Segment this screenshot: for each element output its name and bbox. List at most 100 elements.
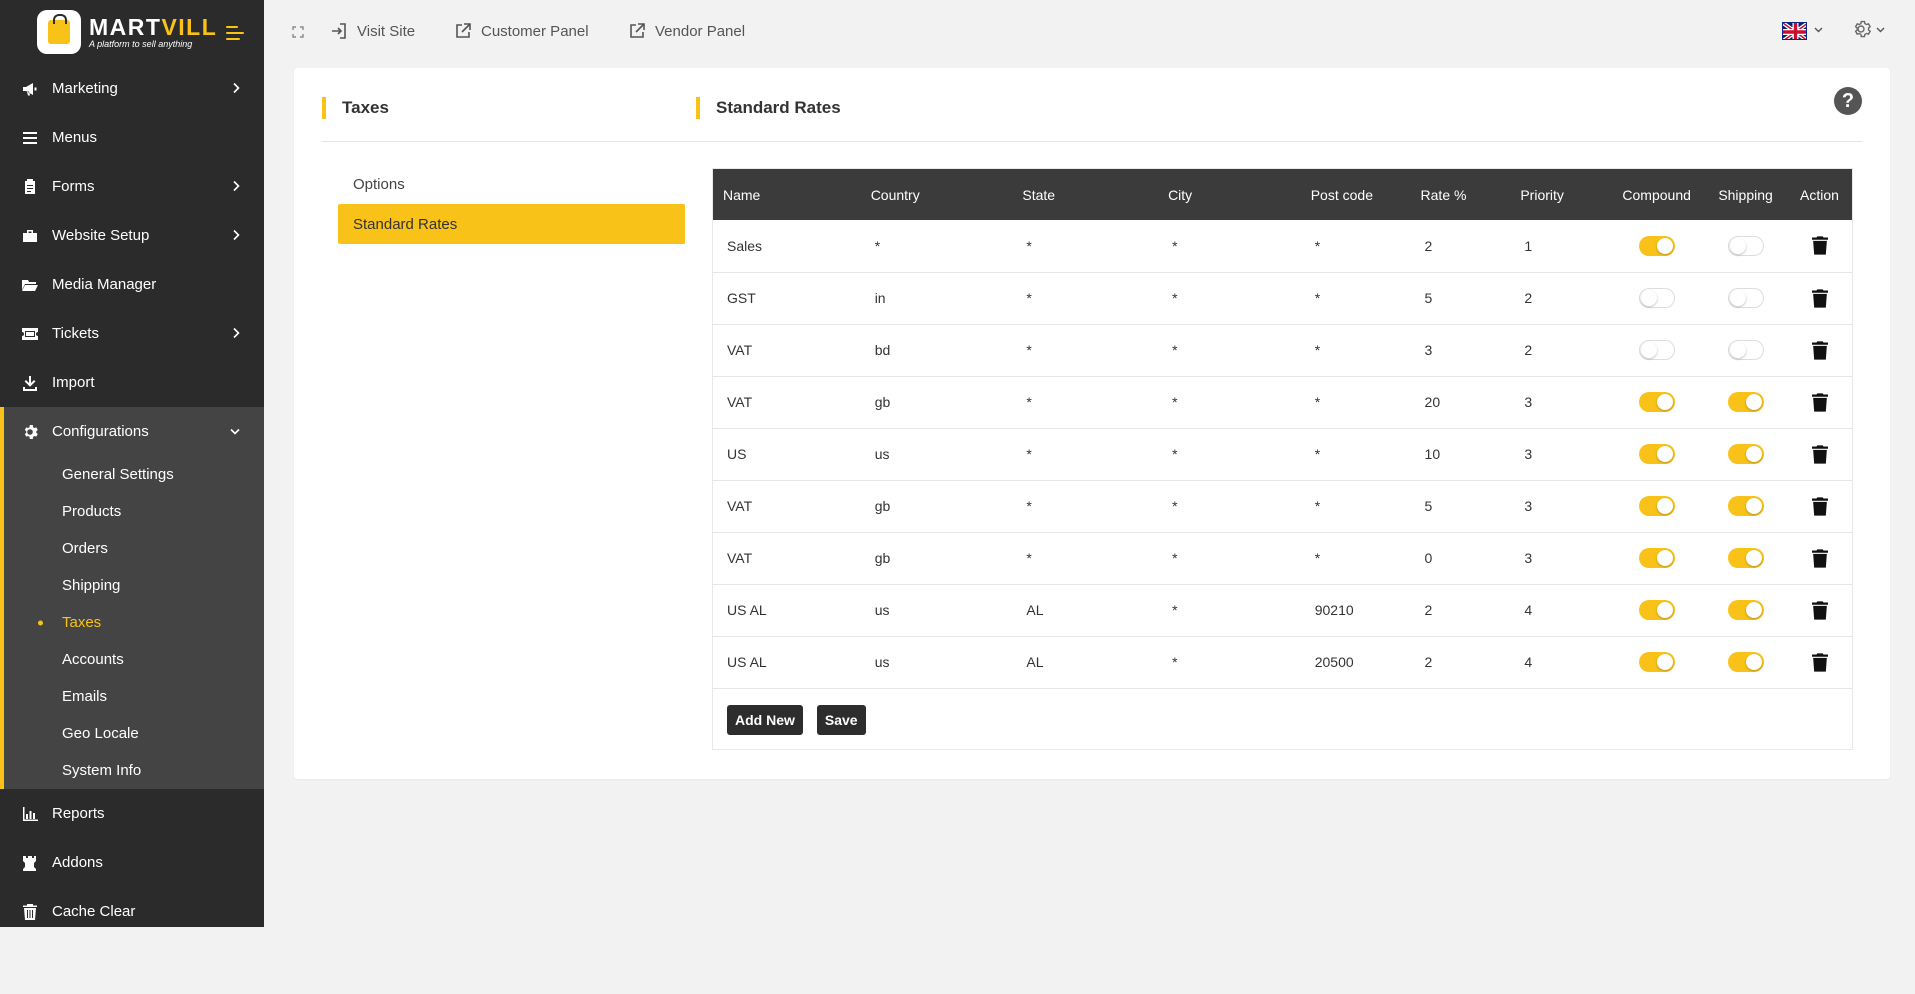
cell-name[interactable]: US bbox=[713, 428, 861, 480]
cell-postcode[interactable]: * bbox=[1301, 532, 1411, 584]
delete-trash-icon[interactable] bbox=[1811, 444, 1828, 464]
delete-trash-icon[interactable] bbox=[1811, 548, 1828, 568]
shipping-toggle[interactable] bbox=[1727, 288, 1764, 308]
menu-toggle-icon[interactable] bbox=[226, 26, 244, 40]
delete-trash-icon[interactable] bbox=[1811, 652, 1828, 672]
cell-name[interactable]: Sales bbox=[713, 220, 861, 272]
delete-trash-icon[interactable] bbox=[1811, 496, 1828, 516]
visit-site-link[interactable]: Visit Site bbox=[330, 22, 415, 40]
sidebar-item-cache-clear[interactable]: Cache Clear bbox=[0, 887, 264, 936]
cell-state[interactable]: * bbox=[1012, 532, 1158, 584]
sidebar-item-forms[interactable]: Forms bbox=[0, 162, 264, 211]
compound-toggle[interactable] bbox=[1638, 340, 1675, 360]
cell-city[interactable]: * bbox=[1158, 584, 1301, 636]
sidebar-item-addons[interactable]: Addons bbox=[0, 838, 264, 887]
cell-state[interactable]: * bbox=[1012, 376, 1158, 428]
cell-priority[interactable]: 3 bbox=[1510, 480, 1609, 532]
cell-state[interactable]: * bbox=[1012, 272, 1158, 324]
cell-priority[interactable]: 3 bbox=[1510, 428, 1609, 480]
shipping-toggle[interactable] bbox=[1727, 392, 1764, 412]
cell-rate[interactable]: 0 bbox=[1411, 532, 1511, 584]
cell-country[interactable]: gb bbox=[861, 480, 1013, 532]
cell-priority[interactable]: 3 bbox=[1510, 532, 1609, 584]
cell-postcode[interactable]: * bbox=[1301, 480, 1411, 532]
cell-priority[interactable]: 1 bbox=[1510, 220, 1609, 272]
sidebar-subitem-accounts[interactable]: Accounts bbox=[4, 641, 264, 678]
cell-name[interactable]: VAT bbox=[713, 532, 861, 584]
cell-postcode[interactable]: * bbox=[1301, 428, 1411, 480]
sidebar-subitem-emails[interactable]: Emails bbox=[4, 678, 264, 715]
cell-city[interactable]: * bbox=[1158, 376, 1301, 428]
cell-rate[interactable]: 3 bbox=[1411, 324, 1511, 376]
vendor-panel-link[interactable]: Vendor Panel bbox=[628, 22, 745, 40]
sidebar-subitem-system-info[interactable]: System Info bbox=[4, 752, 264, 789]
cell-country[interactable]: us bbox=[861, 584, 1013, 636]
cell-name[interactable]: GST bbox=[713, 272, 861, 324]
cell-country[interactable]: gb bbox=[861, 376, 1013, 428]
customer-panel-link[interactable]: Customer Panel bbox=[454, 22, 589, 40]
help-icon[interactable]: ? bbox=[1834, 87, 1862, 115]
sidebar-subitem-geo-locale[interactable]: Geo Locale bbox=[4, 715, 264, 752]
shipping-toggle[interactable] bbox=[1727, 600, 1764, 620]
sidebar-item-media-manager[interactable]: Media Manager bbox=[0, 260, 264, 309]
settings-gear-icon[interactable] bbox=[1851, 19, 1872, 44]
cell-rate[interactable]: 2 bbox=[1411, 220, 1511, 272]
cell-country[interactable]: in bbox=[861, 272, 1013, 324]
shipping-toggle[interactable] bbox=[1727, 548, 1764, 568]
chevron-down-icon[interactable] bbox=[1876, 24, 1885, 36]
delete-trash-icon[interactable] bbox=[1811, 600, 1828, 620]
cell-country[interactable]: gb bbox=[861, 532, 1013, 584]
cell-rate[interactable]: 20 bbox=[1411, 376, 1511, 428]
delete-trash-icon[interactable] bbox=[1811, 288, 1828, 308]
sidebar-item-configurations[interactable]: Configurations bbox=[4, 407, 264, 456]
add-new-button[interactable]: Add New bbox=[727, 705, 803, 735]
delete-trash-icon[interactable] bbox=[1811, 392, 1828, 412]
logo[interactable]: MARTVILL A platform to sell anything bbox=[0, 0, 264, 64]
sidebar-subitem-shipping[interactable]: Shipping bbox=[4, 567, 264, 604]
cell-state[interactable]: * bbox=[1012, 428, 1158, 480]
cell-postcode[interactable]: * bbox=[1301, 324, 1411, 376]
cell-country[interactable]: us bbox=[861, 636, 1013, 688]
cell-state[interactable]: * bbox=[1012, 324, 1158, 376]
compound-toggle[interactable] bbox=[1638, 600, 1675, 620]
sidebar-item-website-setup[interactable]: Website Setup bbox=[0, 211, 264, 260]
compound-toggle[interactable] bbox=[1638, 548, 1675, 568]
fullscreen-icon[interactable] bbox=[292, 25, 304, 38]
cell-rate[interactable]: 2 bbox=[1411, 636, 1511, 688]
cell-country[interactable]: us bbox=[861, 428, 1013, 480]
sidebar-subitem-general-settings[interactable]: General Settings bbox=[4, 456, 264, 493]
compound-toggle[interactable] bbox=[1638, 652, 1675, 672]
cell-postcode[interactable]: 20500 bbox=[1301, 636, 1411, 688]
delete-trash-icon[interactable] bbox=[1811, 340, 1828, 360]
cell-city[interactable]: * bbox=[1158, 428, 1301, 480]
cell-priority[interactable]: 2 bbox=[1510, 324, 1609, 376]
tab-standard-rates[interactable]: Standard Rates bbox=[338, 204, 685, 244]
cell-rate[interactable]: 2 bbox=[1411, 584, 1511, 636]
cell-name[interactable]: VAT bbox=[713, 376, 861, 428]
cell-city[interactable]: * bbox=[1158, 480, 1301, 532]
cell-city[interactable]: * bbox=[1158, 272, 1301, 324]
sidebar-subitem-products[interactable]: Products bbox=[4, 493, 264, 530]
cell-city[interactable]: * bbox=[1158, 324, 1301, 376]
sidebar-subitem-orders[interactable]: Orders bbox=[4, 530, 264, 567]
cell-country[interactable]: * bbox=[861, 220, 1013, 272]
cell-city[interactable]: * bbox=[1158, 220, 1301, 272]
compound-toggle[interactable] bbox=[1638, 444, 1675, 464]
shipping-toggle[interactable] bbox=[1727, 340, 1764, 360]
cell-name[interactable]: VAT bbox=[713, 324, 861, 376]
sidebar-item-menus[interactable]: Menus bbox=[0, 113, 264, 162]
cell-name[interactable]: US AL bbox=[713, 584, 861, 636]
cell-priority[interactable]: 3 bbox=[1510, 376, 1609, 428]
cell-priority[interactable]: 2 bbox=[1510, 272, 1609, 324]
uk-flag-icon[interactable] bbox=[1782, 22, 1807, 40]
cell-postcode[interactable]: * bbox=[1301, 272, 1411, 324]
cell-postcode[interactable]: * bbox=[1301, 376, 1411, 428]
cell-name[interactable]: VAT bbox=[713, 480, 861, 532]
tab-options[interactable]: Options bbox=[338, 164, 685, 204]
shipping-toggle[interactable] bbox=[1727, 444, 1764, 464]
sidebar-item-reports[interactable]: Reports bbox=[0, 789, 264, 838]
cell-priority[interactable]: 4 bbox=[1510, 636, 1609, 688]
chevron-down-icon[interactable] bbox=[1814, 24, 1823, 36]
compound-toggle[interactable] bbox=[1638, 496, 1675, 516]
cell-city[interactable]: * bbox=[1158, 636, 1301, 688]
